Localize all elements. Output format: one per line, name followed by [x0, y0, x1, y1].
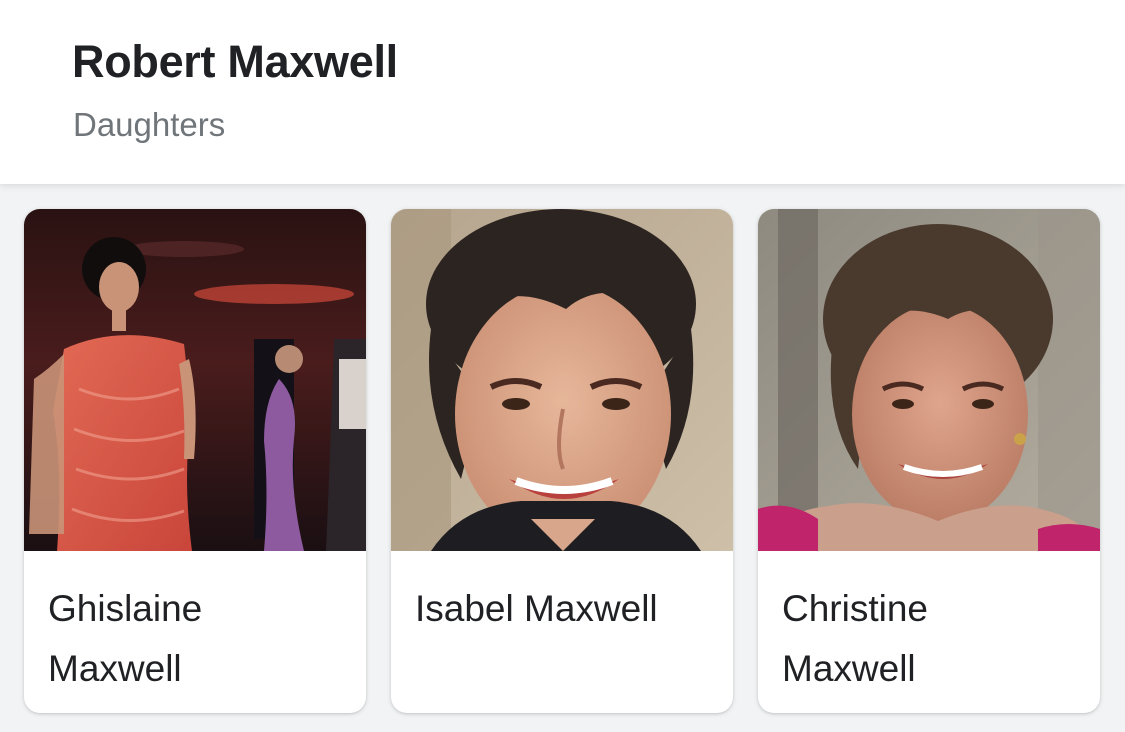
person-name-line1: Isabel Maxwell	[415, 588, 658, 629]
page-title[interactable]: Robert Maxwell	[72, 36, 398, 88]
person-name[interactable]: Isabel Maxwell	[415, 579, 715, 639]
person-name-line1: Ghislaine	[48, 588, 203, 629]
page-subtitle: Daughters	[73, 106, 226, 143]
person-card-isabel[interactable]: Isabel Maxwell	[391, 209, 733, 713]
knowledge-panel-header: Robert Maxwell Daughters	[0, 0, 1125, 184]
person-card-ghislaine[interactable]: Ghislaine Maxwell	[24, 209, 366, 713]
person-name-line2: Maxwell	[48, 648, 182, 689]
person-name-line2: Maxwell	[782, 648, 916, 689]
person-name-line1: Christine	[782, 588, 928, 629]
person-photo[interactable]	[391, 209, 733, 551]
person-photo[interactable]	[758, 209, 1100, 551]
person-photo[interactable]	[24, 209, 366, 551]
person-card-christine[interactable]: Christine Maxwell	[758, 209, 1100, 713]
person-name[interactable]: Christine Maxwell	[782, 579, 1082, 699]
person-name[interactable]: Ghislaine Maxwell	[48, 579, 348, 699]
